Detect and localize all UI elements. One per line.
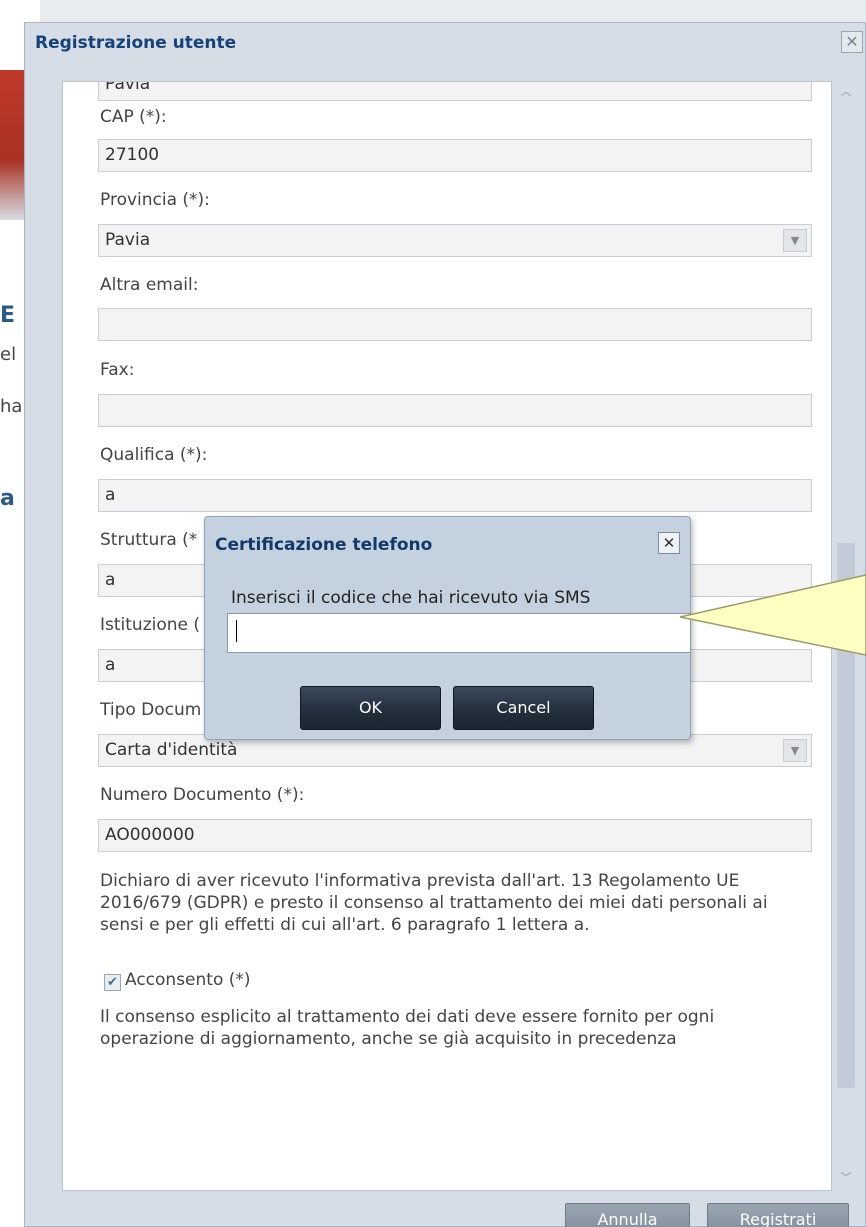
background-text: E <box>0 303 16 328</box>
chevron-down-icon[interactable]: ▼ <box>783 739 807 762</box>
field-value: a <box>105 570 116 590</box>
background-text: el <box>0 344 17 365</box>
text-caret <box>236 620 237 642</box>
qualifica-label: Qualifica (*): <box>100 445 208 465</box>
altra-email-label: Altra email: <box>100 275 199 295</box>
provincia-label: Provincia (*): <box>100 190 210 210</box>
cap-label: CAP (*): <box>100 107 167 127</box>
window-title: Registrazione utente <box>35 33 237 53</box>
field-value: a <box>105 485 116 505</box>
altra-email-field[interactable] <box>98 308 812 341</box>
check-icon: ✔ <box>107 975 118 990</box>
fax-label: Fax: <box>100 360 135 380</box>
close-icon[interactable]: ✕ <box>841 31 863 53</box>
field-value: 27100 <box>105 145 160 165</box>
phone-certification-dialog: Certificazione telefono ✕ Inserisci il c… <box>204 516 691 740</box>
field-value: Carta d'identità <box>105 740 238 760</box>
consent-checkbox[interactable]: ✔ <box>104 974 121 991</box>
ok-button[interactable]: OK <box>300 686 441 730</box>
close-icon[interactable]: ✕ <box>658 532 680 554</box>
qualifica-field[interactable]: a <box>98 479 812 512</box>
cap-field[interactable]: 27100 <box>98 139 812 172</box>
chevron-down-icon[interactable]: ▼ <box>783 229 807 252</box>
comune-field[interactable]: Pavia <box>98 81 812 101</box>
cancel-button[interactable]: Cancel <box>453 686 594 730</box>
dialog-title: Certificazione telefono <box>215 535 433 555</box>
istituzione-label: Istituzione ( <box>100 615 201 635</box>
background-text: ha <box>0 396 23 417</box>
callout-shape <box>680 574 866 656</box>
field-value: Pavia <box>105 230 151 250</box>
sms-code-prompt: Inserisci il codice che hai ricevuto via… <box>231 588 591 608</box>
cancel-button[interactable]: Annulla <box>565 1203 690 1227</box>
consent-label[interactable]: Acconsento (*) <box>125 970 251 990</box>
numero-documento-field[interactable]: AO000000 <box>98 819 812 852</box>
tipo-documento-label: Tipo Docum <box>100 700 202 720</box>
register-button[interactable]: Registrati <box>707 1203 849 1227</box>
struttura-label: Struttura (* <box>100 530 198 550</box>
numero-documento-label: Numero Documento (*): <box>100 785 305 805</box>
consent-note: Il consenso esplicito al trattamento dei… <box>100 1007 715 1049</box>
provincia-select[interactable]: Pavia ▼ <box>98 224 812 257</box>
callout-tooltip <box>680 574 866 656</box>
sms-code-input[interactable] <box>227 613 691 653</box>
field-value: a <box>105 655 116 675</box>
field-value: AO000000 <box>105 825 195 845</box>
chevron-up-icon[interactable]: ︿ <box>839 85 853 99</box>
fax-field[interactable] <box>98 394 812 427</box>
chevron-down-icon[interactable]: ﹀ <box>839 1171 853 1185</box>
privacy-text: Dichiaro di aver ricevuto l'informativa … <box>100 871 768 935</box>
field-value: Pavia <box>105 81 151 94</box>
background-text: a <box>0 486 15 511</box>
